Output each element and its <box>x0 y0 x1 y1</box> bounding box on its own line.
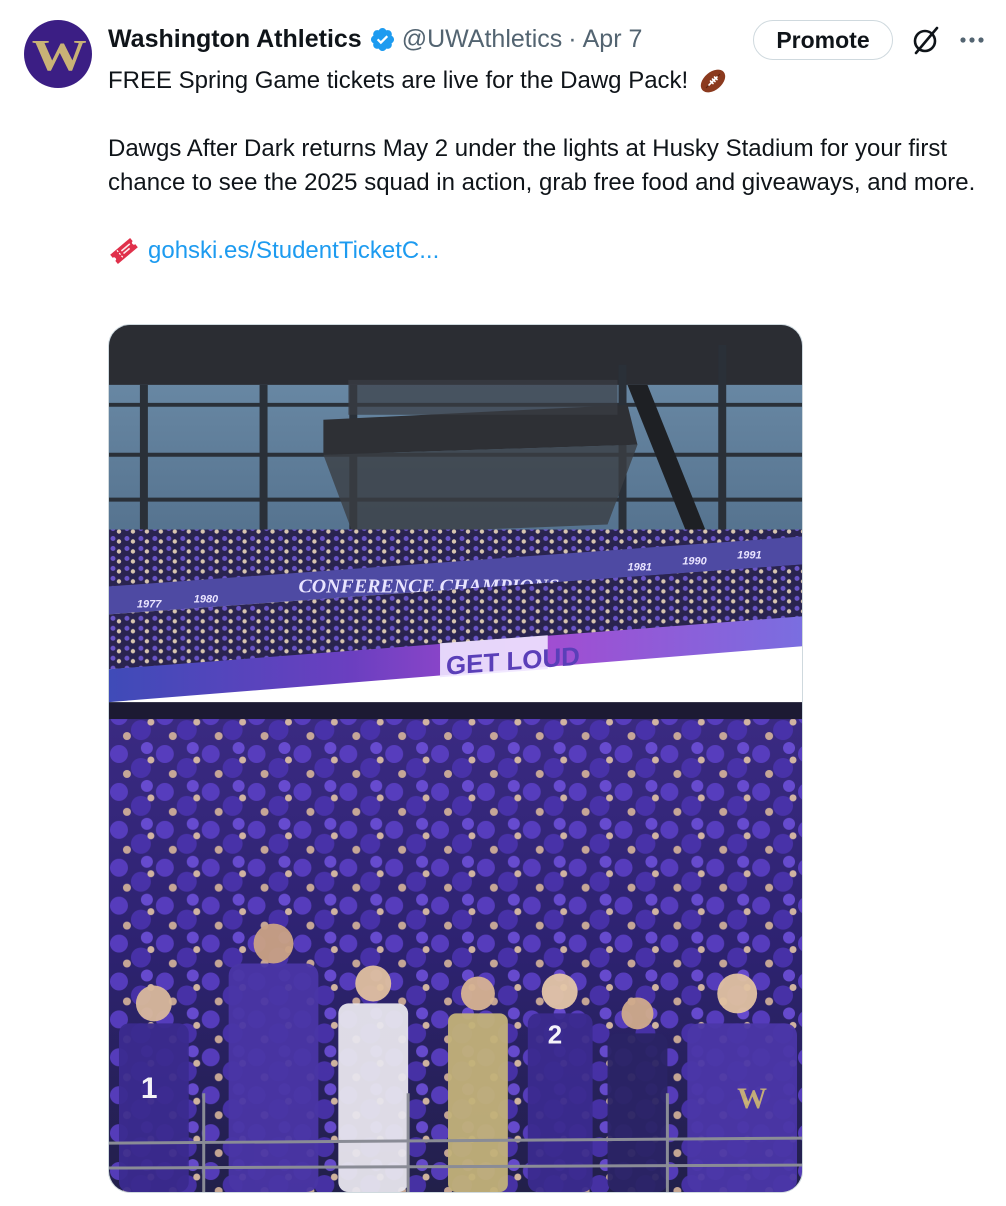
football-icon <box>698 66 728 96</box>
grok-icon[interactable] <box>910 24 942 56</box>
stadium-photo: CONFERENCE CHAMPIONS 1977 1980 1981 1990… <box>109 325 802 1192</box>
handle[interactable]: @UWAthletics <box>402 25 563 54</box>
tweet-link[interactable]: gohski.es/StudentTicketC... <box>148 234 439 268</box>
svg-text:W: W <box>737 1082 767 1115</box>
banner-year-1981: 1981 <box>628 561 652 573</box>
ticket-icon <box>108 235 140 267</box>
banner-year-1990: 1990 <box>682 555 706 567</box>
more-icon[interactable] <box>955 28 989 52</box>
svg-text:1: 1 <box>141 1072 158 1105</box>
separator-dot: · <box>568 24 577 53</box>
tweet-text-paragraph: Dawgs After Dark returns May 2 under the… <box>108 135 976 196</box>
avatar[interactable]: W <box>24 20 92 88</box>
banner-year-1980: 1980 <box>194 593 218 605</box>
tweet-text-line1: FREE Spring Game tickets are live for th… <box>108 67 689 94</box>
timestamp[interactable]: Apr 7 <box>583 25 643 54</box>
tweet-header: Washington Athletics @UWAthletics · Apr … <box>108 22 642 56</box>
verified-badge-icon[interactable] <box>369 26 396 53</box>
banner-year-1991: 1991 <box>737 549 761 561</box>
tweet-media-photo[interactable]: CONFERENCE CHAMPIONS 1977 1980 1981 1990… <box>108 324 803 1193</box>
tweet-text-line1-row: FREE Spring Game tickets are live for th… <box>108 64 988 98</box>
banner-year-1977: 1977 <box>137 598 162 610</box>
promote-button[interactable]: Promote <box>753 20 893 60</box>
display-name[interactable]: Washington Athletics <box>108 25 362 54</box>
tweet-link-row: gohski.es/StudentTicketC... <box>108 234 988 268</box>
tweet-text: FREE Spring Game tickets are live for th… <box>108 64 988 268</box>
avatar-letter: W <box>31 31 87 80</box>
tweet: W Washington Athletics @UWAthletics · Ap… <box>0 0 1006 1206</box>
svg-text:2: 2 <box>548 1021 562 1049</box>
